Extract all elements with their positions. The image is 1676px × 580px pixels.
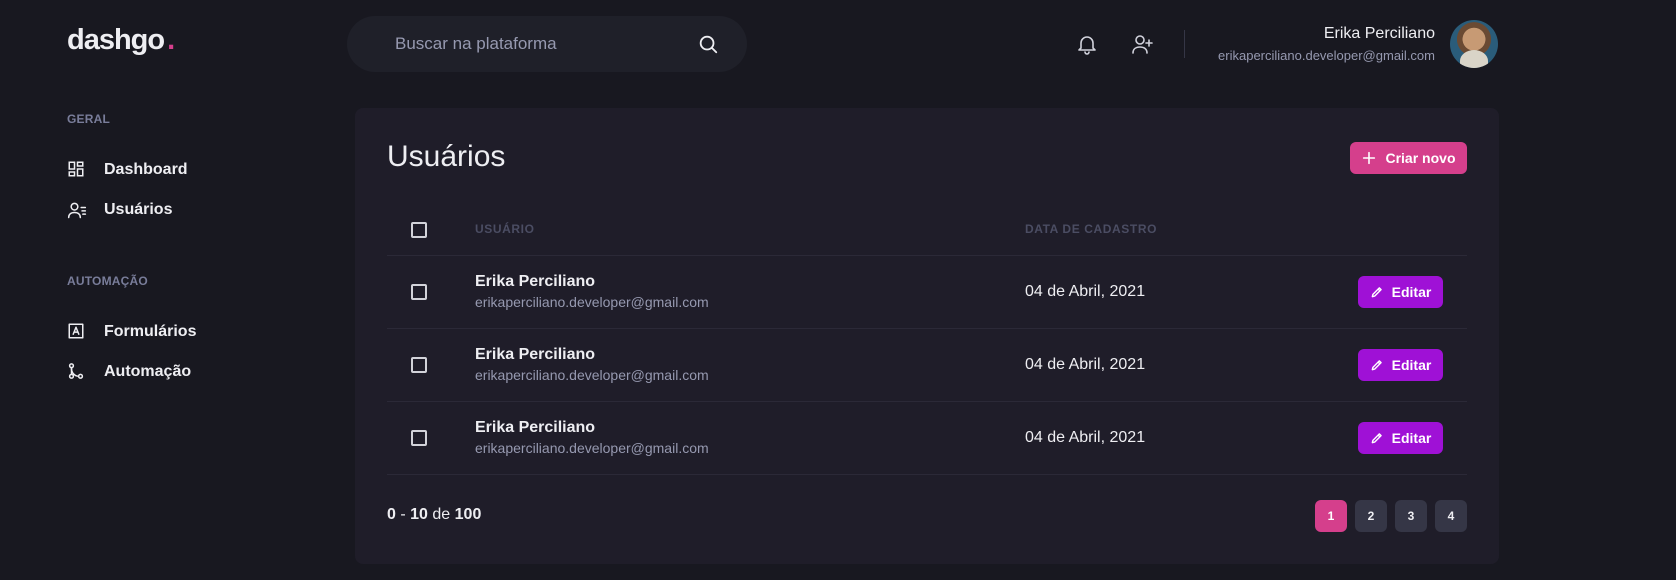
- sidebar-item-dashboard[interactable]: Dashboard: [67, 160, 188, 180]
- edit-button[interactable]: Editar: [1358, 276, 1443, 308]
- git-merge-icon: [67, 362, 87, 382]
- bell-icon[interactable]: [1075, 32, 1099, 56]
- sidebar-item-formularios[interactable]: Formulários: [67, 322, 196, 342]
- users-icon: [67, 200, 87, 220]
- avatar[interactable]: [1450, 20, 1498, 68]
- user-email: erikaperciliano.developer@gmail.com: [475, 440, 709, 456]
- sidebar-item-label: Automação: [104, 363, 192, 380]
- user-name: Erika Perciliano: [475, 419, 596, 436]
- logo: dashgo.: [67, 24, 175, 57]
- row-checkbox[interactable]: [411, 357, 427, 373]
- user-date: 04 de Abril, 2021: [1025, 356, 1146, 373]
- logo-dot: .: [167, 24, 175, 56]
- page-title: Usuários: [387, 140, 506, 173]
- edit-label: Editar: [1391, 284, 1432, 300]
- user-name: Erika Perciliano: [475, 346, 596, 363]
- table-row: Erika Perciliano erikaperciliano.develop…: [387, 329, 1467, 402]
- page-button-2[interactable]: 2: [1355, 500, 1387, 532]
- search-input[interactable]: [395, 34, 697, 54]
- users-panel: Usuários Criar novo USUÁRIO DATA DE CADA…: [355, 108, 1499, 564]
- edit-button[interactable]: Editar: [1358, 349, 1443, 381]
- pagination-separator: -: [400, 506, 406, 523]
- table-row: Erika Perciliano erikaperciliano.develop…: [387, 402, 1467, 475]
- pagination-end: 10: [410, 506, 428, 523]
- page-button-3[interactable]: 3: [1395, 500, 1427, 532]
- search-bar: [347, 16, 747, 72]
- user-date: 04 de Abril, 2021: [1025, 283, 1146, 300]
- user-email: erikaperciliano.developer@gmail.com: [475, 294, 709, 310]
- create-new-button[interactable]: Criar novo: [1350, 142, 1467, 174]
- page-button-1[interactable]: 1: [1315, 500, 1347, 532]
- sidebar-section-title: GERAL: [67, 112, 110, 126]
- pagination-of: de: [432, 506, 451, 523]
- forms-icon: [67, 322, 87, 342]
- dashboard-icon: [67, 160, 87, 180]
- edit-label: Editar: [1391, 430, 1432, 446]
- row-checkbox[interactable]: [411, 284, 427, 300]
- logo-text: dashgo: [67, 24, 165, 56]
- app-root: dashgo. Erika Perciliano erikaperciliano…: [0, 0, 1676, 580]
- pencil-icon: [1370, 358, 1384, 372]
- search-icon[interactable]: [697, 33, 719, 55]
- sidebar-section-title: AUTOMAÇÃO: [67, 274, 148, 288]
- profile-email: erikaperciliano.developer@gmail.com: [1218, 48, 1435, 63]
- sidebar-item-label: Formulários: [104, 323, 197, 340]
- user-add-icon[interactable]: [1130, 32, 1154, 56]
- edit-label: Editar: [1391, 357, 1432, 373]
- header-divider: [1184, 30, 1185, 58]
- user-date: 04 de Abril, 2021: [1025, 429, 1146, 446]
- column-header-user: USUÁRIO: [475, 222, 535, 236]
- sidebar-item-label: Dashboard: [104, 161, 188, 178]
- table-row: Erika Perciliano erikaperciliano.develop…: [387, 256, 1467, 329]
- pagination-buttons: 1 2 3 4: [1315, 500, 1467, 532]
- sidebar-item-automacao[interactable]: Automação: [67, 362, 191, 382]
- table-header: USUÁRIO DATA DE CADASTRO: [387, 200, 1467, 256]
- column-header-date: DATA DE CADASTRO: [1025, 222, 1158, 236]
- select-all-checkbox[interactable]: [411, 222, 427, 238]
- profile-name: Erika Perciliano: [1323, 25, 1435, 42]
- user-email: erikaperciliano.developer@gmail.com: [475, 367, 709, 383]
- pagination-start: 0: [387, 506, 396, 523]
- plus-icon: [1361, 150, 1377, 166]
- pencil-icon: [1370, 285, 1384, 299]
- sidebar-item-usuarios[interactable]: Usuários: [67, 200, 172, 220]
- user-name: Erika Perciliano: [475, 273, 596, 290]
- page-button-4[interactable]: 4: [1435, 500, 1467, 532]
- users-table: USUÁRIO DATA DE CADASTRO Erika Percilian…: [387, 200, 1467, 475]
- pencil-icon: [1370, 431, 1384, 445]
- create-new-label: Criar novo: [1385, 150, 1456, 166]
- pagination-total: 100: [454, 506, 482, 523]
- edit-button[interactable]: Editar: [1358, 422, 1443, 454]
- pagination-info: 0 - 10 de 100: [387, 506, 481, 524]
- row-checkbox[interactable]: [411, 430, 427, 446]
- sidebar-item-label: Usuários: [104, 201, 173, 218]
